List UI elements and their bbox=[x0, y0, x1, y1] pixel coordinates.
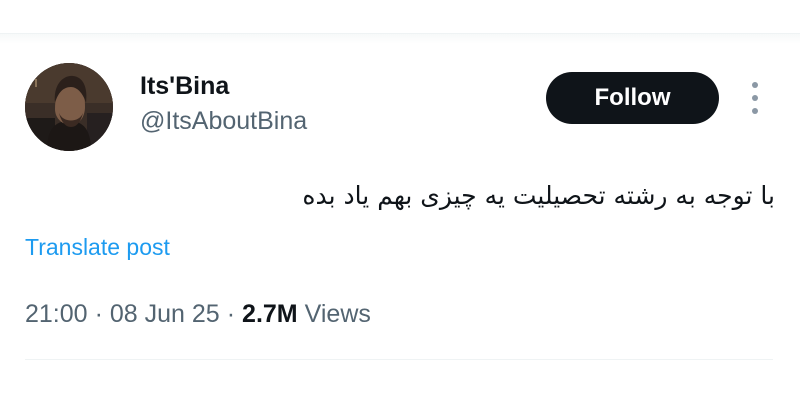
views-label: Views bbox=[304, 300, 371, 328]
author-display-name[interactable]: Its'Bina bbox=[140, 72, 229, 101]
more-dot bbox=[752, 108, 758, 114]
author-handle[interactable]: @ItsAboutBina bbox=[140, 107, 307, 136]
avatar-image bbox=[25, 63, 113, 151]
tweet-meta: 21:00 · 08 Jun 25 · 2.7M Views bbox=[25, 300, 371, 329]
bottom-divider bbox=[25, 359, 773, 360]
tweet-date[interactable]: 08 Jun 25 bbox=[110, 300, 220, 329]
more-dot bbox=[752, 95, 758, 101]
avatar[interactable] bbox=[25, 63, 113, 151]
views-count[interactable]: 2.7M bbox=[242, 300, 298, 329]
translate-post-link[interactable]: Translate post bbox=[25, 234, 170, 261]
top-band bbox=[0, 34, 800, 44]
meta-separator: · bbox=[94, 300, 103, 328]
meta-separator: · bbox=[226, 300, 236, 328]
tweet-text: با توجه به رشته تحصیلیت یه چیزی بهم یاد … bbox=[302, 181, 775, 210]
more-dot bbox=[752, 82, 758, 88]
more-options-icon[interactable] bbox=[744, 82, 766, 114]
tweet-time[interactable]: 21:00 bbox=[25, 300, 88, 329]
follow-button[interactable]: Follow bbox=[546, 72, 719, 124]
